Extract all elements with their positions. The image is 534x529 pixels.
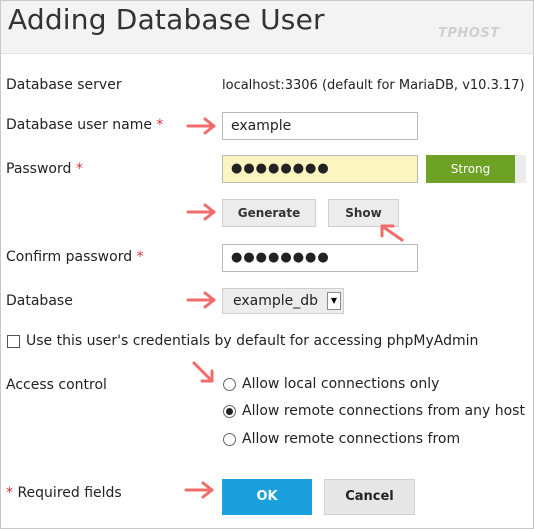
arrow-down-right-icon — [192, 361, 214, 383]
arrow-right-icon — [186, 291, 216, 309]
arrow-right-icon — [186, 203, 216, 221]
arrow-right-icon — [186, 117, 216, 135]
arrow-up-left-icon — [380, 224, 404, 242]
annotation-arrows — [184, 117, 404, 499]
arrow-right-icon — [184, 481, 214, 499]
